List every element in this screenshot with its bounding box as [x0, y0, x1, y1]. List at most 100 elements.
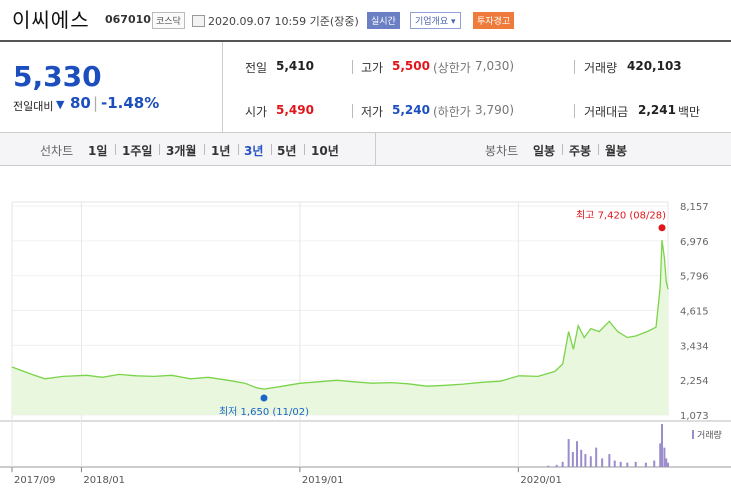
period-3y[interactable]: 3년	[244, 142, 263, 159]
x-tick-label: 2019/01	[302, 475, 344, 486]
high-value: 5,500	[392, 59, 430, 73]
period-3m[interactable]: 3개월	[166, 142, 196, 159]
corp-info-dropdown[interactable]: 기업개요 ▾	[410, 12, 461, 29]
divider	[562, 144, 563, 155]
y-tick-label: 5,796	[680, 272, 709, 283]
change-divider: |	[93, 94, 99, 112]
volume-bar	[613, 460, 616, 467]
y-tick-label: 4,615	[680, 307, 709, 318]
volume-bar	[661, 424, 664, 467]
prev-close-value: 5,410	[276, 59, 314, 73]
y-tick-label: 2,254	[680, 376, 709, 387]
volume-bar	[659, 443, 662, 467]
min-point-marker	[260, 394, 268, 402]
period-5y[interactable]: 5년	[277, 142, 296, 159]
max-point-marker	[658, 224, 666, 232]
divider	[598, 144, 599, 155]
stock-code: 067010	[105, 13, 151, 26]
volume-value: 420,103	[627, 59, 682, 73]
candle-weekly[interactable]: 주봉	[569, 142, 591, 159]
volume-bar	[580, 449, 583, 467]
volume-bar	[634, 461, 637, 467]
lower-limit-label: (하한가	[433, 105, 471, 119]
volume-bar	[667, 462, 669, 467]
calendar-icon	[192, 15, 205, 27]
trade-amount-unit: 백만	[678, 105, 701, 119]
candle-daily[interactable]: 일봉	[533, 142, 555, 159]
toolbar-divider	[375, 133, 376, 165]
period-1y[interactable]: 1년	[211, 142, 230, 159]
upper-limit-value: 7,030)	[475, 59, 515, 73]
x-axis: 2017/09 2018/01 2019/01 2020/01	[11, 467, 562, 486]
stock-header: 이씨에스 067010 코스닥 2020.09.07 10:59 기준(장중) …	[0, 0, 731, 42]
x-tick-label: 2017/09	[14, 475, 56, 486]
volume-bar	[547, 465, 550, 467]
as-of-timestamp: 2020.09.07 10:59 기준(장중)	[208, 15, 359, 28]
divider	[115, 144, 116, 155]
divider	[238, 144, 239, 155]
divider	[574, 104, 575, 118]
price-summary: 5,330 전일대비 ▼ 80 | -1.48% 전일 5,410 고가 5,5…	[0, 42, 731, 133]
upper-limit-label: (상한가	[433, 61, 471, 75]
y-tick-label: 6,976	[680, 237, 709, 248]
volume-bar	[663, 447, 666, 467]
low-value: 5,240	[392, 103, 430, 117]
max-annotation: 최고 7,420 (08/28)	[576, 210, 666, 222]
trade-amount-label: 거래대금	[584, 105, 629, 119]
candle-monthly[interactable]: 월봉	[605, 142, 627, 159]
x-tick-label: 2018/01	[83, 475, 125, 486]
volume-bar	[561, 461, 564, 467]
volume-bar	[595, 447, 598, 467]
current-price: 5,330	[13, 60, 102, 93]
volume-label: 거래량	[584, 61, 618, 75]
change-amount: 80	[70, 94, 91, 112]
price-chart[interactable]: 8,157 6,976 5,796 4,615 3,434 2,254 1,073 2017…	[0, 166, 731, 493]
change-percent: -1.48%	[101, 94, 160, 112]
divider	[304, 144, 305, 155]
divider	[204, 144, 205, 155]
volume-bar	[576, 441, 579, 467]
lower-limit-value: 3,790)	[475, 103, 515, 117]
volume-bar	[608, 454, 611, 467]
divider	[574, 60, 575, 74]
volume-bar	[567, 439, 570, 467]
period-10y[interactable]: 10년	[311, 142, 339, 159]
volume-bars	[547, 424, 669, 467]
x-tick-label: 2020/01	[520, 475, 562, 486]
prev-close-label: 전일	[245, 61, 268, 75]
volume-bar	[589, 456, 592, 467]
volume-bar	[644, 462, 647, 467]
volume-legend-swatch	[692, 430, 694, 439]
period-1w[interactable]: 1주일	[122, 142, 152, 159]
y-tick-label: 8,157	[680, 202, 709, 213]
price-area-fill	[12, 240, 668, 415]
high-label: 고가	[361, 61, 384, 75]
down-arrow-icon: ▼	[56, 98, 65, 111]
open-value: 5,490	[276, 103, 314, 117]
trade-amount-value: 2,241	[638, 103, 676, 117]
low-label: 저가	[361, 105, 384, 119]
y-axis: 8,157 6,976 5,796 4,615 3,434 2,254 1,073	[680, 202, 709, 422]
market-badge: 코스닥	[152, 12, 185, 29]
divider	[159, 144, 160, 155]
volume-bar	[584, 454, 587, 467]
stock-name: 이씨에스	[12, 8, 90, 32]
investment-warning-badge[interactable]: 투자경고	[473, 12, 515, 29]
volume-legend: 거래량	[697, 429, 722, 441]
volume-bar	[571, 451, 574, 467]
y-tick-label: 1,073	[680, 411, 709, 422]
candle-chart-label: 봉차트	[485, 144, 519, 158]
volume-bar	[665, 458, 668, 467]
open-label: 시가	[245, 105, 268, 119]
y-tick-label: 3,434	[680, 341, 709, 352]
period-1d[interactable]: 1일	[88, 142, 107, 159]
divider	[352, 60, 353, 74]
line-chart-label: 선차트	[40, 144, 74, 158]
volume-bar	[555, 464, 558, 467]
volume-bar	[653, 460, 656, 467]
volume-bar	[601, 458, 604, 467]
realtime-button[interactable]: 실시간	[367, 12, 400, 29]
corp-info-label: 기업개요	[415, 17, 449, 27]
current-price-box: 5,330 전일대비 ▼ 80 | -1.48%	[0, 42, 223, 132]
divider	[352, 104, 353, 118]
